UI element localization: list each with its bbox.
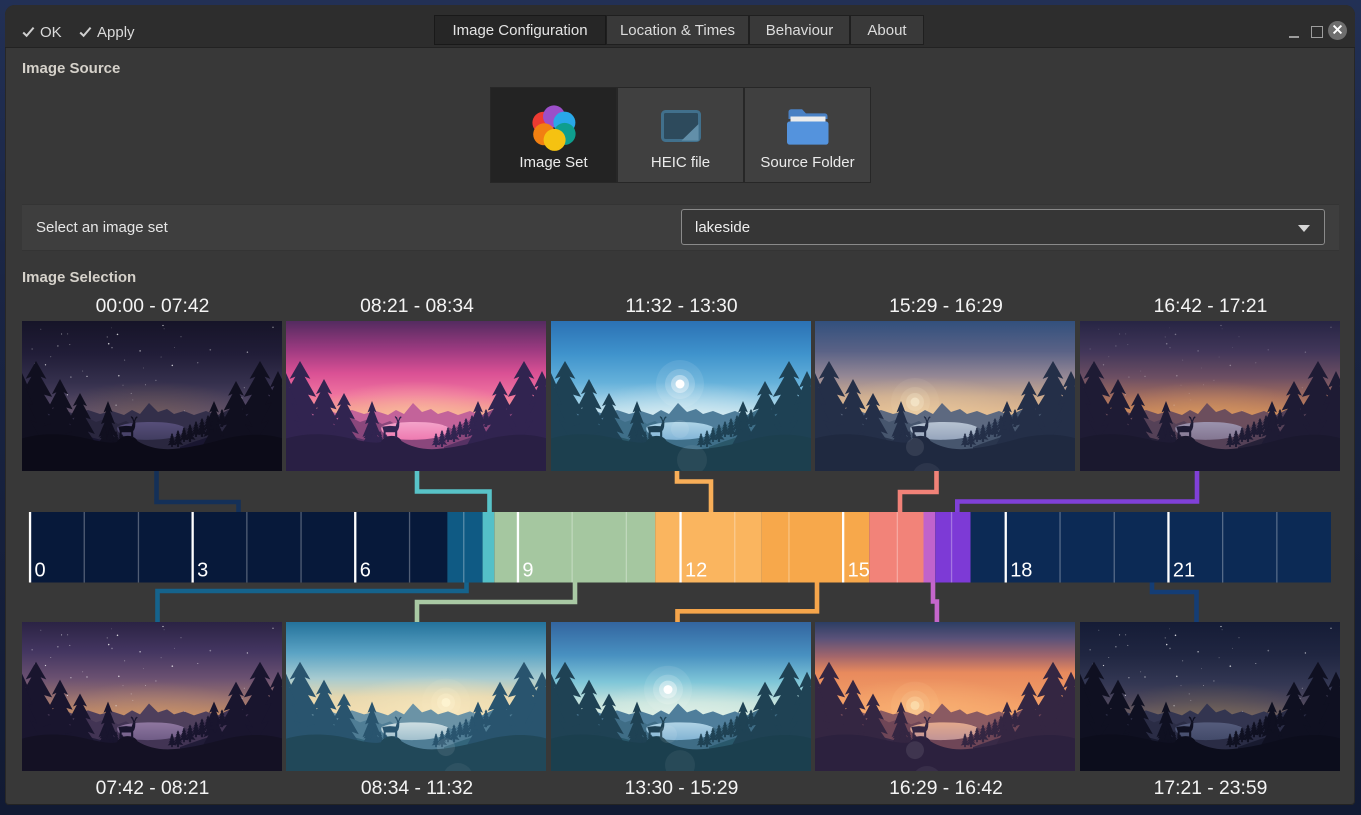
- svg-text:15: 15: [848, 560, 870, 582]
- svg-text:12: 12: [685, 560, 707, 582]
- svg-text:18: 18: [1010, 560, 1032, 582]
- svg-text:0: 0: [35, 560, 46, 582]
- svg-text:3: 3: [197, 560, 208, 582]
- svg-text:9: 9: [522, 560, 533, 582]
- svg-text:21: 21: [1173, 560, 1195, 582]
- svg-text:6: 6: [360, 560, 371, 582]
